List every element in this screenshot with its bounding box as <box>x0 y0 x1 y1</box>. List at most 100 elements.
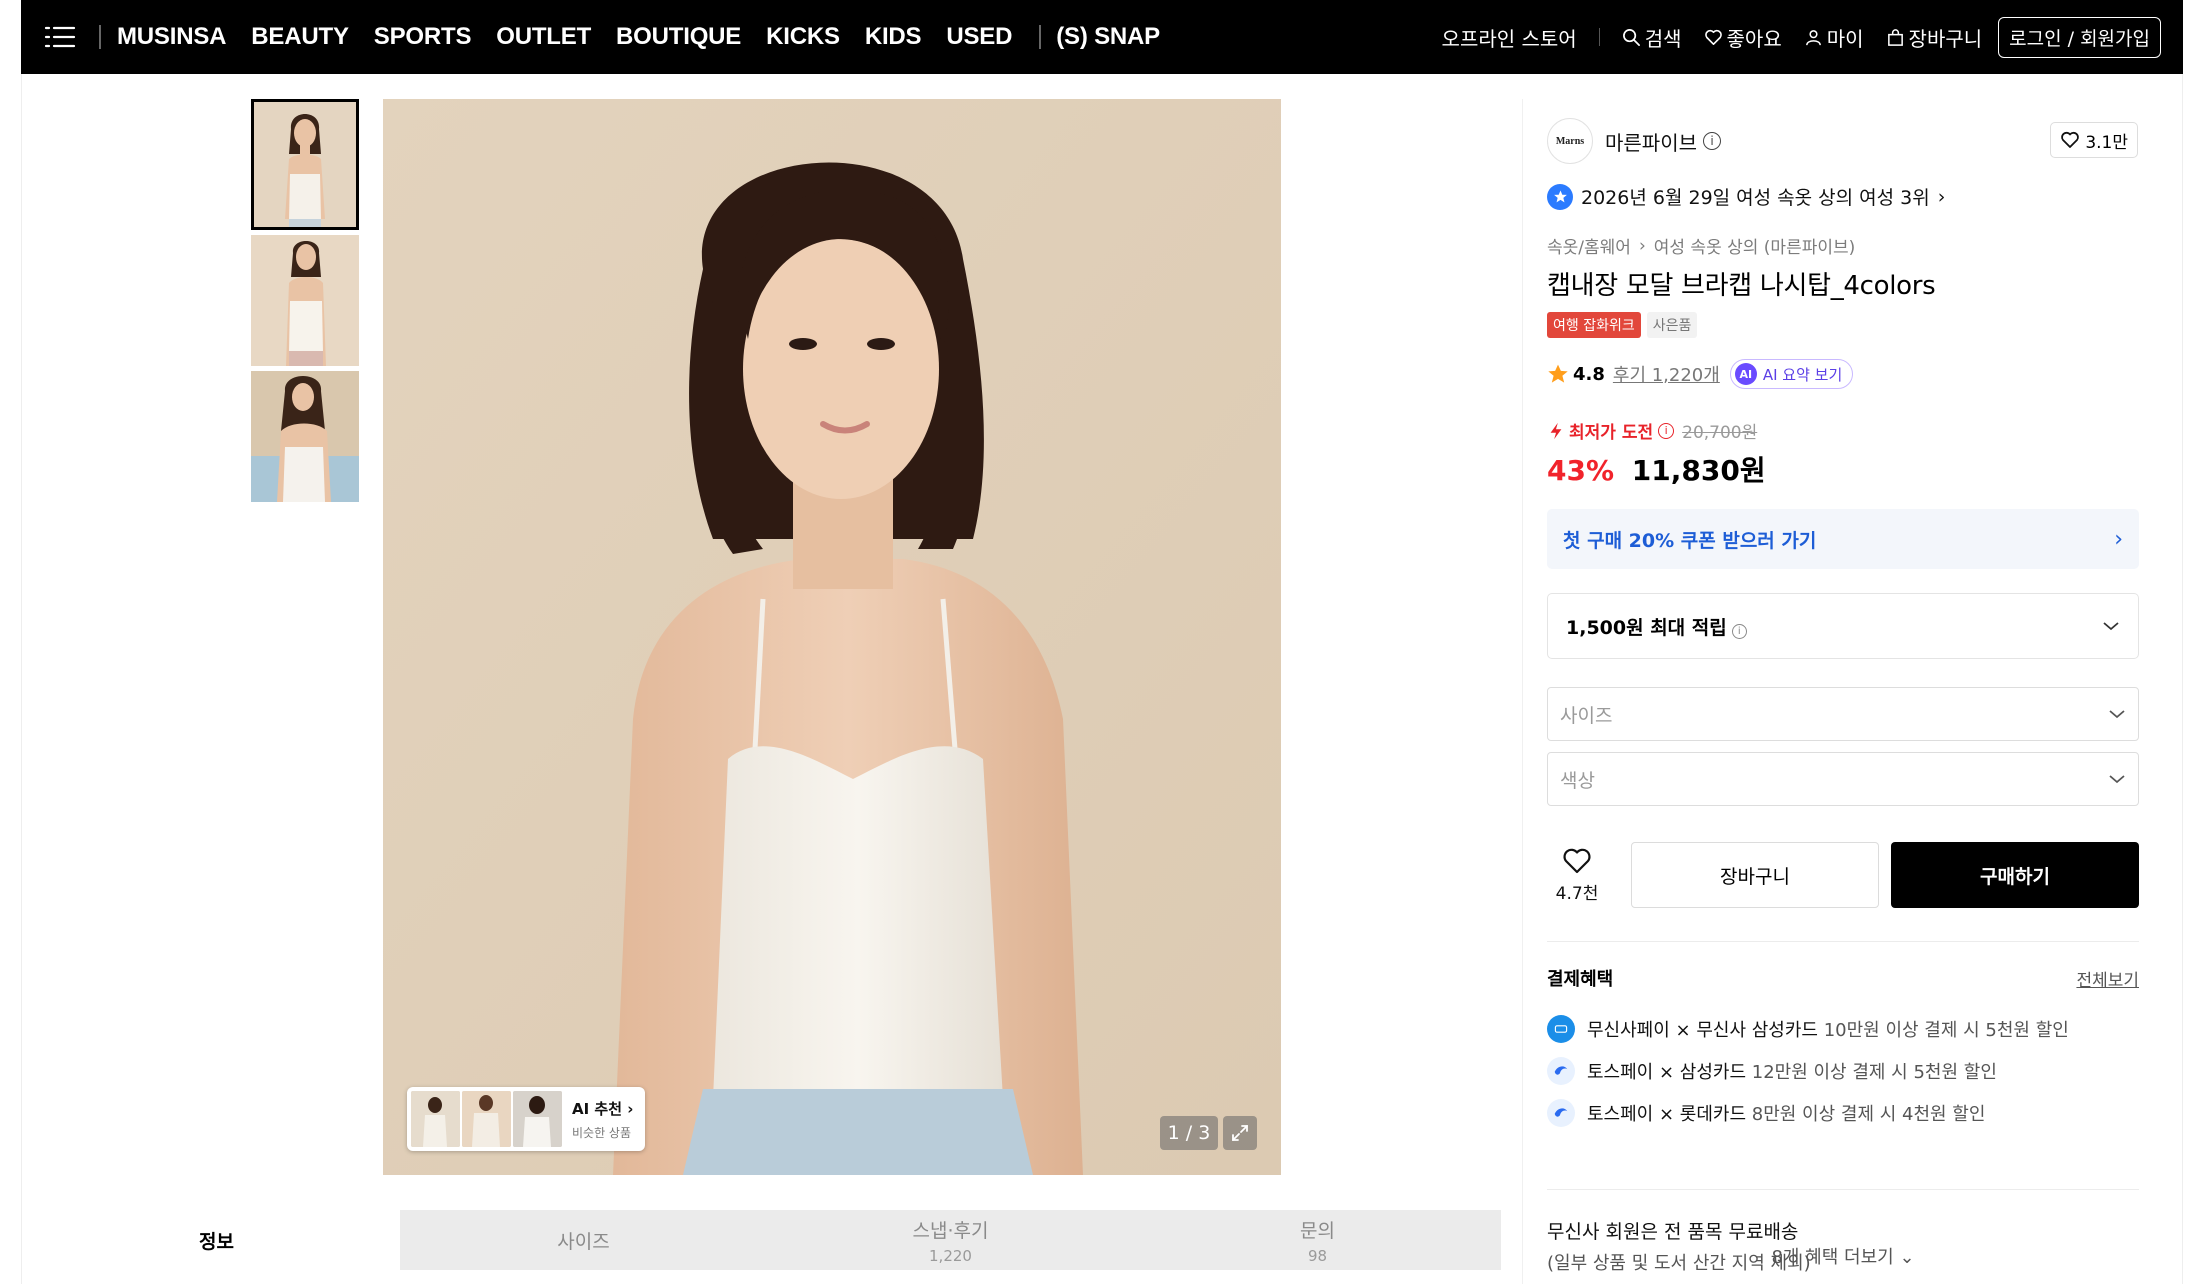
thumbnail-3[interactable] <box>251 371 359 502</box>
benefit-name: 토스페이 × 롯데카드 <box>1587 1104 1747 1125</box>
nav-link-kicks[interactable]: KICKS <box>766 23 840 51</box>
my-page-link[interactable]: 마이 <box>1804 23 1864 52</box>
ai-recommendation-thumbnail[interactable] <box>513 1091 562 1147</box>
points-dropdown[interactable]: 1,500원 최대 적립 i <box>1547 593 2139 659</box>
expand-button[interactable] <box>1223 1116 1257 1150</box>
divider <box>1547 1189 2139 1190</box>
breadcrumb-item[interactable]: 속옷/홈웨어 <box>1547 233 1631 258</box>
chevron-right-icon: › <box>627 1099 634 1118</box>
likes-label: 좋아요 <box>1726 26 1782 51</box>
tab-label: 정보 <box>199 1230 234 1253</box>
person-icon <box>1805 29 1821 45</box>
samsung-card-icon <box>1547 1015 1575 1043</box>
nav-link-used[interactable]: USED <box>946 23 1012 51</box>
category-links: MUSINSA BEAUTY SPORTS OUTLET BOUTIQUE KI… <box>117 0 1185 74</box>
menu-icon[interactable] <box>21 0 99 74</box>
nav-divider <box>99 25 101 49</box>
login-button[interactable]: 로그인 / 회원가입 <box>1998 16 2161 58</box>
model-photo <box>383 99 1281 1175</box>
chevron-right-icon: › <box>1937 185 1946 208</box>
top-navigation-bar: MUSINSA BEAUTY SPORTS OUTLET BOUTIQUE KI… <box>21 0 2183 74</box>
review-count-link[interactable]: 후기 1,220개 <box>1613 361 1720 387</box>
nav-link-kids[interactable]: KIDS <box>865 23 922 51</box>
image-pager: 1 / 3 <box>1160 1116 1218 1150</box>
chevron-down-icon <box>2103 622 2119 631</box>
my-label: 마이 <box>1826 26 1864 51</box>
tab-inquiry[interactable]: 문의 98 <box>1134 1210 1501 1270</box>
thumbnail-2[interactable] <box>251 235 359 366</box>
thumbnail-1[interactable] <box>251 99 359 230</box>
nav-link-boutique[interactable]: BOUTIQUE <box>616 23 741 51</box>
wishlist-button[interactable]: 4.7천 <box>1547 847 1607 904</box>
chevron-right-icon: › <box>2114 526 2123 552</box>
nav-divider <box>1039 25 1042 49</box>
size-select-placeholder: 사이즈 <box>1560 704 1613 727</box>
nav-link-outlet[interactable]: OUTLET <box>496 23 591 51</box>
brand-name[interactable]: 마른파이브 <box>1605 127 1697 156</box>
ai-recommendation-thumbnail[interactable] <box>411 1091 460 1147</box>
tab-count: 98 <box>1307 1246 1328 1265</box>
info-icon[interactable]: i <box>1658 422 1675 439</box>
tab-label: 문의 <box>1300 1219 1335 1242</box>
benefit-name: 토스페이 × 삼성카드 <box>1587 1062 1747 1083</box>
nav-link-snap[interactable]: (S) SNAP <box>1056 23 1160 51</box>
points-text: 1,500원 최대 적립 <box>1566 616 1727 639</box>
info-icon[interactable]: i <box>1731 623 1747 639</box>
brand-logo[interactable]: Marns <box>1547 118 1593 164</box>
nav-link-sports[interactable]: SPORTS <box>374 23 472 51</box>
offline-store-link[interactable]: 오프라인 스토어 <box>1442 23 1577 52</box>
tab-label: 스냅·후기 <box>912 1219 989 1242</box>
product-tabs: 정보 사이즈 스냅·후기 1,220 문의 98 <box>33 1210 1501 1270</box>
tab-info[interactable]: 정보 <box>33 1210 400 1270</box>
brand-like-button[interactable]: 3.1만 <box>2050 122 2138 158</box>
tab-snap-reviews[interactable]: 스냅·후기 1,220 <box>767 1210 1134 1270</box>
nav-link-beauty[interactable]: BEAUTY <box>251 23 349 51</box>
product-info-panel: Marns 마른파이브 i 3.1만 2026년 6월 29일 여성 속옷 상의… <box>1522 99 2162 1284</box>
size-select[interactable]: 사이즈 <box>1547 687 2139 741</box>
coupon-banner[interactable]: 첫 구매 20% 쿠폰 받으러 가기 › <box>1547 509 2139 569</box>
wishlist-count: 4.7천 <box>1555 883 1599 904</box>
chevron-down-icon <box>2109 775 2125 784</box>
ai-recommendation-widget[interactable]: AI 추천 › 비슷한 상품 <box>407 1087 645 1151</box>
search-link[interactable]: 검색 <box>1622 23 1682 52</box>
nav-link-musinsa[interactable]: MUSINSA <box>117 23 226 51</box>
add-to-cart-button[interactable]: 장바구니 <box>1631 842 1879 908</box>
brand-row: Marns 마른파이브 i <box>1547 118 1721 164</box>
utility-menu: 오프라인 스토어 검색 좋아요 마이 장바구니 로그인 / 회원가입 <box>1420 0 2161 74</box>
tab-count: 1,220 <box>929 1246 972 1265</box>
ai-recommendation-title: AI 추천 <box>572 1099 623 1118</box>
cart-link[interactable]: 장바구니 <box>1886 23 1983 52</box>
ai-recommendation-thumbnail[interactable] <box>462 1091 511 1147</box>
chevron-right-icon: › <box>1638 235 1646 256</box>
ai-recommendation-subtitle: 비슷한 상품 <box>572 1125 632 1140</box>
rating-value: 4.8 <box>1573 363 1605 385</box>
payment-benefit-item: 토스페이 × 롯데카드 8만원 이상 결제 시 4천원 할인 <box>1547 1099 1985 1127</box>
buy-now-button[interactable]: 구매하기 <box>1891 842 2139 908</box>
heart-icon <box>1704 29 1722 45</box>
search-icon <box>1622 28 1640 46</box>
info-icon[interactable]: i <box>1703 132 1721 150</box>
view-all-link[interactable]: 전체보기 <box>2076 966 2139 991</box>
product-thumbnail-image <box>251 371 359 502</box>
rating-row: 4.8 후기 1,220개 AI AI 요약 보기 <box>1547 359 1854 389</box>
brand-like-count: 3.1만 <box>2085 132 2128 153</box>
main-product-image[interactable] <box>383 99 1281 1175</box>
color-select[interactable]: 색상 <box>1547 752 2139 806</box>
expand-icon <box>1232 1125 1248 1141</box>
tab-size[interactable]: 사이즈 <box>400 1210 767 1270</box>
tab-label: 사이즈 <box>557 1230 610 1253</box>
lowest-price-row: 최저가 도전 i 20,700원 <box>1547 418 1757 443</box>
cart-label: 장바구니 <box>1908 26 1983 51</box>
heart-icon <box>2061 131 2080 148</box>
chevron-down-icon <box>2109 710 2125 719</box>
ai-recommendation-text: AI 추천 › 비슷한 상품 <box>572 1098 633 1141</box>
breadcrumb-item[interactable]: 여성 속옷 상의 (마른파이브) <box>1654 233 1856 258</box>
ai-summary-button[interactable]: AI AI 요약 보기 <box>1729 359 1854 389</box>
benefit-detail: 12만원 이상 결제 시 5천원 할인 <box>1751 1062 1997 1083</box>
gift-tag: 사은품 <box>1646 312 1698 338</box>
likes-link[interactable]: 좋아요 <box>1704 23 1782 52</box>
ranking-link[interactable]: 2026년 6월 29일 여성 속옷 상의 여성 3위 › <box>1547 183 1945 210</box>
shipping-note: (일부 상품 및 도서 산간 지역 제외) <box>1547 1253 1811 1274</box>
discount-rate: 43% <box>1547 454 1615 487</box>
product-thumbnail-image <box>251 235 359 366</box>
